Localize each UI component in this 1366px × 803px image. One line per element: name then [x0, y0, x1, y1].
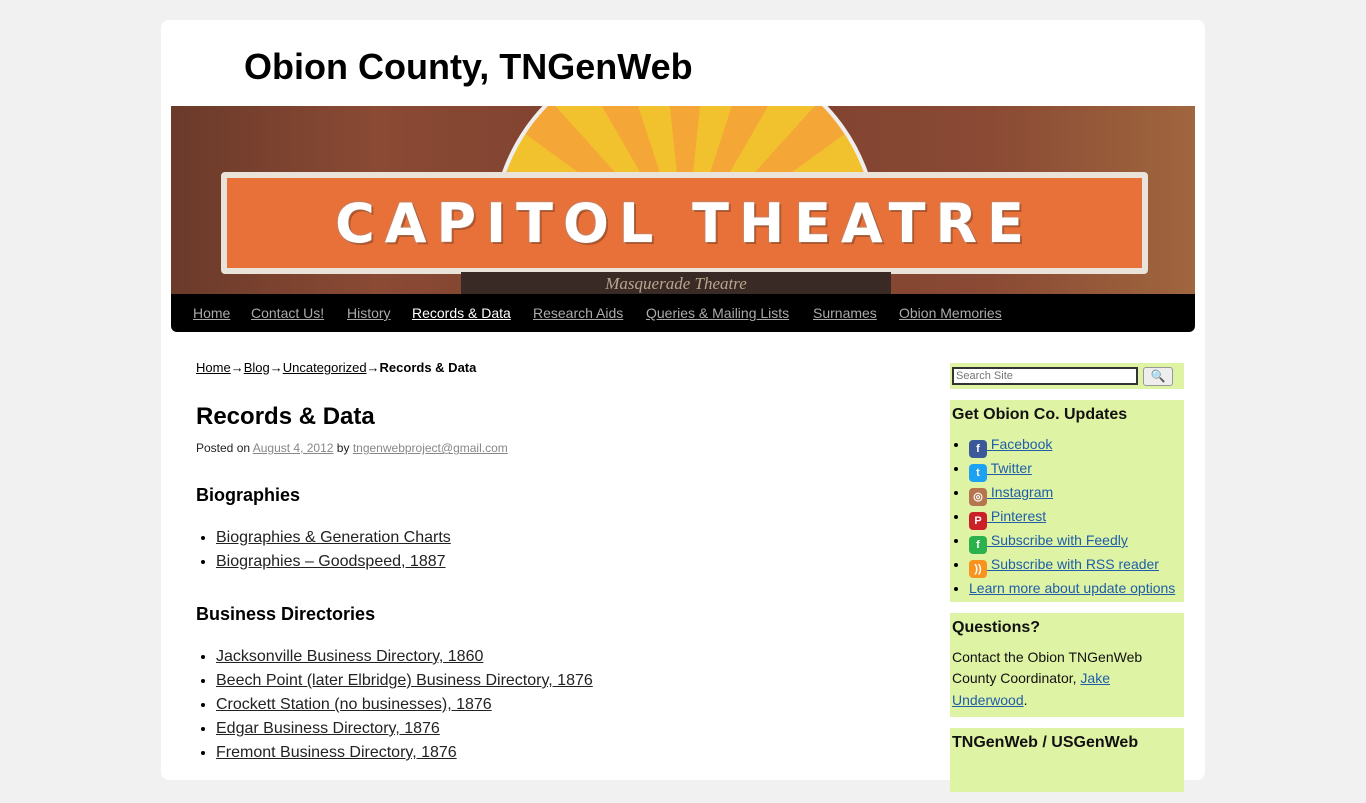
update-link-label: Subscribe with RSS reader	[987, 556, 1159, 572]
page-container: Obion County, TNGenWeb CAPITOL THEATRE M…	[161, 20, 1205, 792]
list-item: )) Subscribe with RSS reader	[969, 554, 1182, 578]
record-link[interactable]: Beech Point (later Elbridge) Business Di…	[216, 672, 593, 689]
updates-widget: Get Obion Co. Updates f Facebookt Twitte…	[950, 400, 1184, 602]
list-item: P Pinterest	[969, 506, 1182, 530]
record-link[interactable]: Biographies & Generation Charts	[216, 529, 451, 546]
questions-title: Questions?	[952, 618, 1041, 636]
update-link-label: Twitter	[987, 460, 1032, 476]
update-link-label: Subscribe with Feedly	[987, 532, 1128, 548]
updates-list: f Facebookt Twitter◎ InstagramP Pinteres…	[952, 434, 1182, 600]
questions-text: Contact the Obion TNGenWeb County Coordi…	[952, 647, 1182, 712]
header-banner-image: CAPITOL THEATRE Masquerade Theatre	[171, 106, 1195, 294]
tngenweb-title: TNGenWeb / USGenWeb	[952, 734, 1139, 751]
section-link-list: Biographies & Generation Charts Biographi…	[196, 526, 896, 574]
tngenweb-widget: TNGenWeb / USGenWeb	[950, 728, 1184, 792]
posted-on-label: Posted on	[196, 441, 251, 455]
section-link-list: Jacksonville Business Directory, 1860 Bee…	[196, 645, 896, 765]
updates-title: Get Obion Co. Updates	[952, 406, 1128, 423]
nav-item-obion-memories[interactable]: Obion Memories	[899, 305, 1002, 321]
marquee-text: CAPITOL THEATRE	[335, 191, 1034, 255]
site-title[interactable]: Obion County, TNGenWeb	[244, 46, 693, 88]
list-item: Biographies – Goodspeed, 1887	[216, 550, 896, 574]
main-content: Home→Blog→Uncategorized→Records & Data R…	[196, 360, 896, 765]
twitter-icon: t	[969, 464, 987, 482]
list-item: ◎ Instagram	[969, 482, 1182, 506]
breadcrumb-current: Records & Data	[379, 360, 477, 375]
nav-item-research-aids[interactable]: Research Aids	[533, 305, 623, 321]
instagram-icon: ◎	[969, 488, 987, 506]
breadcrumb: Home→Blog→Uncategorized→Records & Data	[196, 360, 896, 375]
rss-icon: ))	[969, 560, 987, 578]
breadcrumb-separator: →	[230, 360, 244, 375]
pinterest-icon: P	[969, 512, 987, 530]
update-link[interactable]: f Subscribe with Feedly	[969, 532, 1128, 554]
breadcrumb-uncategorized[interactable]: Uncategorized	[283, 360, 367, 375]
record-link[interactable]: Jacksonville Business Directory, 1860	[216, 648, 483, 665]
list-item: Beech Point (later Elbridge) Business Di…	[216, 669, 896, 693]
nav-item-surnames[interactable]: Surnames	[813, 305, 877, 321]
page-title: Records & Data	[196, 403, 375, 430]
section-heading: Biographies	[196, 485, 301, 505]
record-link[interactable]: Biographies – Goodspeed, 1887	[216, 553, 446, 570]
main-nav: Home Contact Us! History Records & Data Rese…	[171, 294, 1195, 332]
by-label: by	[336, 441, 350, 455]
record-link[interactable]: Fremont Business Directory, 1876	[216, 744, 457, 761]
list-item: f Facebook	[969, 434, 1182, 458]
list-item: Crockett Station (no businesses), 1876	[216, 693, 896, 717]
nav-item-records-data[interactable]: Records & Data	[412, 305, 511, 321]
record-link[interactable]: Crockett Station (no businesses), 1876	[216, 696, 492, 713]
post-meta: Posted on August 4, 2012 by tngenwebproj…	[196, 441, 896, 455]
questions-end: .	[1023, 691, 1028, 708]
breadcrumb-separator: →	[269, 360, 283, 375]
update-link-label: Pinterest	[987, 508, 1047, 524]
nav-item-history[interactable]: History	[347, 305, 391, 321]
breadcrumb-home[interactable]: Home	[196, 360, 231, 375]
update-link[interactable]: )) Subscribe with RSS reader	[969, 556, 1159, 578]
post-date-link[interactable]: August 4, 2012	[253, 441, 334, 455]
update-link[interactable]: f Facebook	[969, 436, 1053, 458]
search-widget: 🔍	[950, 363, 1184, 389]
search-input[interactable]	[952, 367, 1138, 385]
questions-widget: Questions? Contact the Obion TNGenWeb Co…	[950, 612, 1184, 717]
nav-item-home[interactable]: Home	[193, 305, 230, 321]
breadcrumb-separator: →	[366, 360, 380, 375]
list-item: Edgar Business Directory, 1876	[216, 717, 896, 741]
list-item: t Twitter	[969, 458, 1182, 482]
nav-item-queries-mailing-lists[interactable]: Queries & Mailing Lists	[646, 305, 789, 321]
banner-underside-text: Masquerade Theatre	[461, 272, 891, 294]
section-heading: Business Directories	[196, 604, 376, 624]
list-item: f Subscribe with Feedly	[969, 530, 1182, 554]
record-link[interactable]: Edgar Business Directory, 1876	[216, 720, 440, 737]
nav-item-contact-us-[interactable]: Contact Us!	[251, 305, 324, 321]
update-link-label: Instagram	[987, 484, 1054, 500]
list-item: Fremont Business Directory, 1876	[216, 741, 896, 765]
list-item: Biographies & Generation Charts	[216, 526, 896, 550]
feedly-icon: f	[969, 536, 987, 554]
search-icon: 🔍	[1150, 369, 1166, 383]
update-link-label: Facebook	[987, 436, 1053, 452]
list-item: Learn more about update options	[969, 578, 1182, 600]
search-button[interactable]: 🔍	[1143, 366, 1173, 386]
breadcrumb-blog[interactable]: Blog	[244, 360, 270, 375]
sections: Biographies Biographies & Generation Char…	[196, 485, 896, 765]
update-link[interactable]: P Pinterest	[969, 508, 1047, 530]
questions-body: Contact the Obion TNGenWeb County Coordi…	[952, 648, 1143, 687]
sidebar: 🔍 Get Obion Co. Updates f Facebookt Twit…	[950, 363, 1184, 803]
update-link[interactable]: t Twitter	[969, 460, 1032, 482]
list-item: Jacksonville Business Directory, 1860	[216, 645, 896, 669]
learn-more-link[interactable]: Learn more about update options	[969, 580, 1175, 596]
update-link[interactable]: ◎ Instagram	[969, 484, 1054, 506]
facebook-icon: f	[969, 440, 987, 458]
author-link[interactable]: tngenwebproject@gmail.com	[353, 441, 508, 455]
banner-marquee: CAPITOL THEATRE	[221, 172, 1148, 274]
